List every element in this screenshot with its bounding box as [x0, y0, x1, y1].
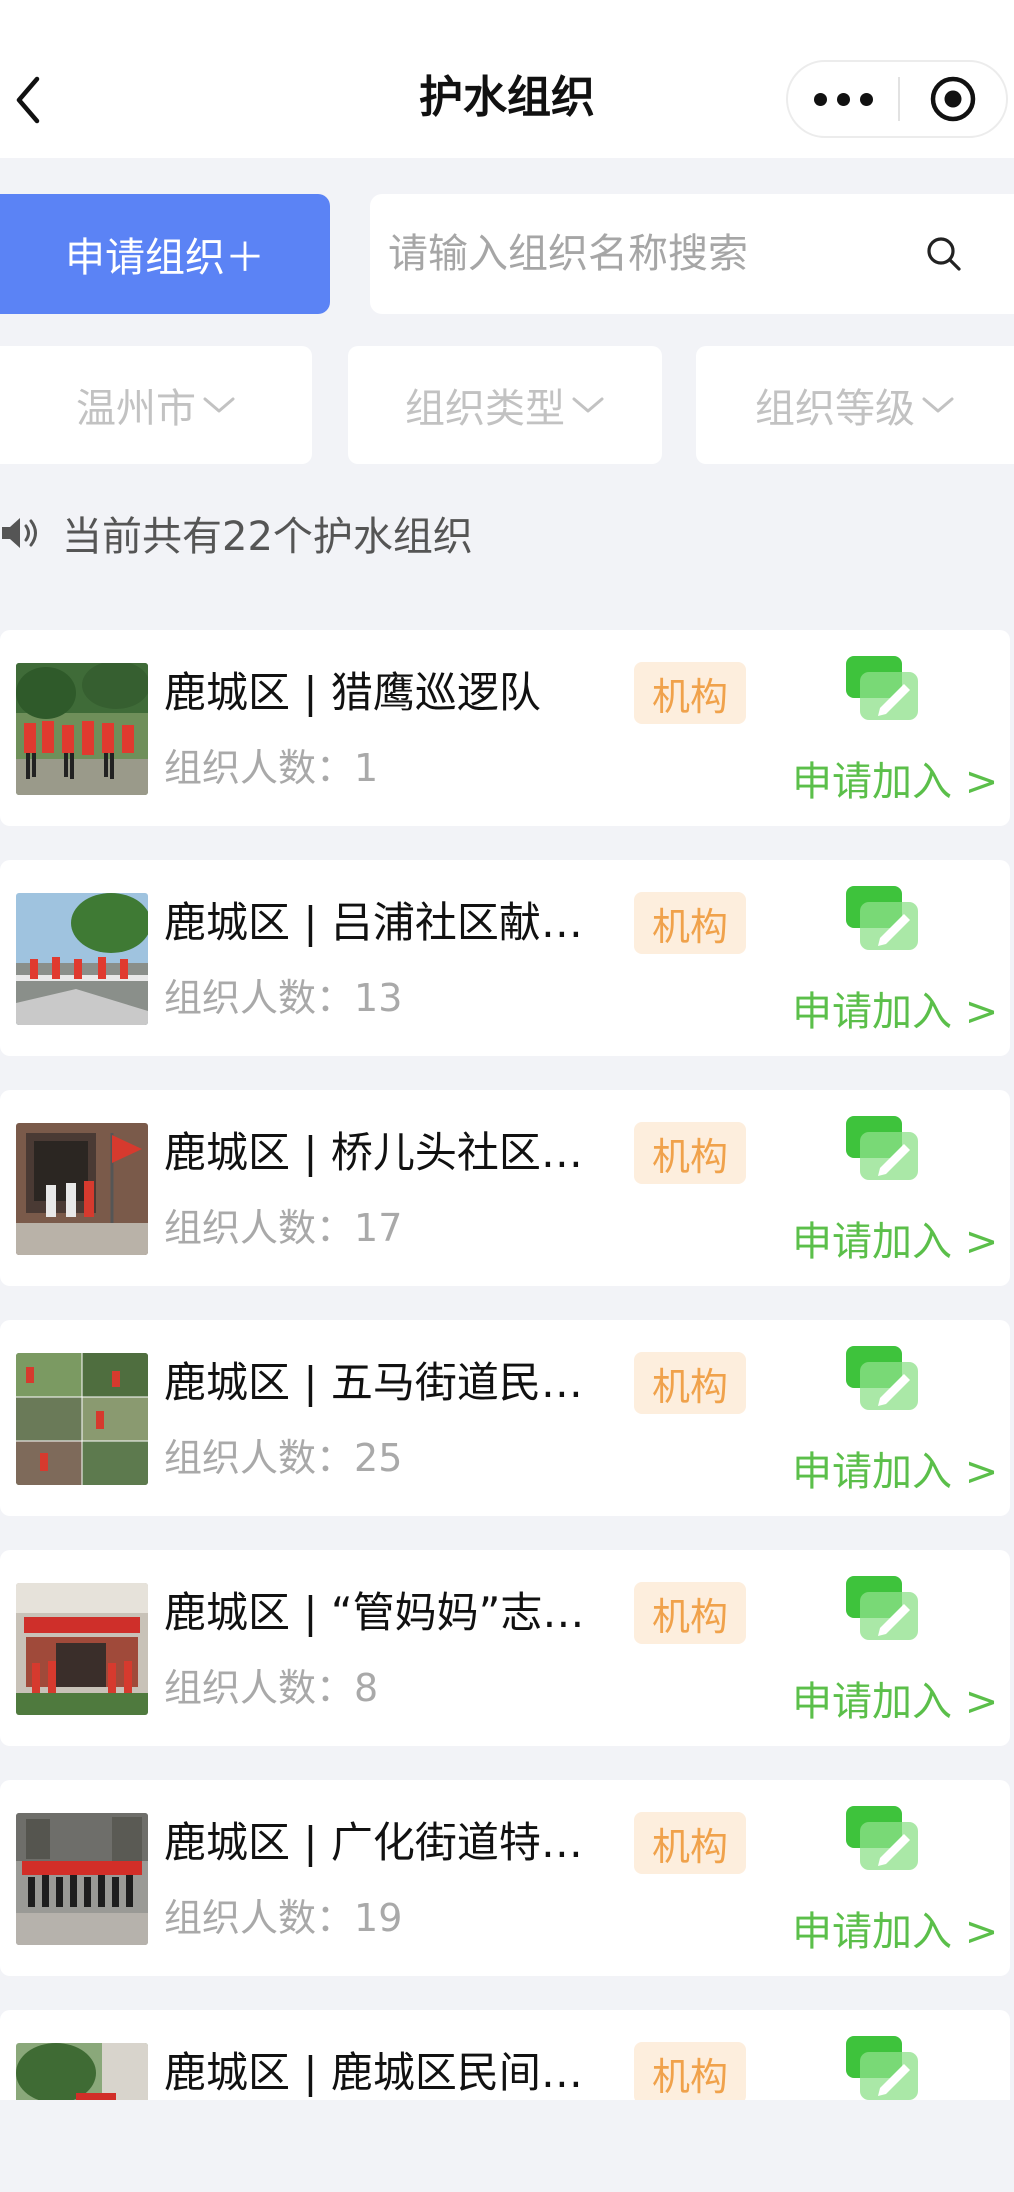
filter-city-label: 温州市	[76, 386, 196, 432]
list-item[interactable]: 鹿城区 | 猎鹰巡逻队 机构 组织人数：1 申请加入 >	[0, 630, 1010, 826]
member-count-value: 13	[354, 976, 403, 1020]
member-count-value: 25	[354, 1436, 403, 1480]
org-count-notice: 当前共有22个护水组织	[0, 500, 473, 566]
organization-list: 鹿城区 | 猎鹰巡逻队 机构 组织人数：1 申请加入 > 鹿城区 | 吕浦社区献…	[0, 630, 1014, 2100]
org-type-badge: 机构	[634, 1352, 746, 1414]
edit-icon[interactable]	[842, 1572, 926, 1652]
filter-org-type[interactable]: 组织类型	[348, 346, 662, 464]
org-type-badge: 机构	[634, 892, 746, 954]
member-count-label: 组织人数：	[164, 1666, 355, 1710]
member-count-value: 17	[354, 1206, 403, 1250]
join-button[interactable]: 申请加入 >	[792, 752, 998, 812]
org-photo	[16, 663, 148, 795]
org-name: 鹿城区 | 鹿城区民间…	[164, 2048, 583, 2097]
bottom-safe-area	[0, 2100, 1014, 2192]
list-item[interactable]: 鹿城区 | 五马街道民… 机构 组织人数：25 申请加入 >	[0, 1320, 1010, 1516]
mini-program-capsule	[786, 60, 1008, 138]
chevron-down-icon	[572, 397, 604, 413]
member-count: 组织人数：19	[164, 1890, 402, 1946]
join-button[interactable]: 申请加入 >	[792, 1212, 998, 1272]
org-type-badge: 机构	[634, 1812, 746, 1874]
speaker-icon	[2, 518, 37, 548]
org-name: 鹿城区 | 吕浦社区献…	[164, 898, 583, 947]
chevron-down-icon	[922, 397, 954, 413]
org-name: 鹿城区 | 五马街道民…	[164, 1358, 583, 1407]
header-bar: 护水组织	[0, 0, 1014, 158]
filter-city[interactable]: 温州市	[0, 346, 312, 464]
filter-org-type-label: 组织类型	[405, 386, 565, 432]
edit-icon[interactable]	[842, 652, 926, 732]
member-count-label: 组织人数：	[164, 1436, 355, 1480]
apply-organization-button[interactable]: 申请组织＋	[0, 194, 330, 314]
org-photo	[16, 893, 148, 1025]
search-icon[interactable]	[924, 234, 964, 274]
join-button[interactable]: 申请加入 >	[792, 982, 998, 1042]
more-dot	[813, 92, 827, 106]
member-count-label: 组织人数：	[164, 976, 355, 1020]
target-close-icon	[930, 76, 976, 122]
edit-icon[interactable]	[842, 1342, 926, 1422]
join-button[interactable]: 申请加入 >	[792, 1442, 998, 1502]
join-button[interactable]: 申请加入 >	[792, 1672, 998, 1732]
list-item[interactable]: 鹿城区 | 桥儿头社区… 机构 组织人数：17 申请加入 >	[0, 1090, 1010, 1286]
join-button[interactable]: 申请加入 >	[792, 1902, 998, 1962]
org-photo	[16, 1123, 148, 1255]
edit-icon[interactable]	[842, 2032, 926, 2100]
list-item[interactable]: 鹿城区 | “管妈妈”志… 机构 组织人数：8 申请加入 >	[0, 1550, 1010, 1746]
member-count: 组织人数：1	[164, 740, 378, 796]
member-count: 组织人数：17	[164, 1200, 402, 1256]
org-name: 鹿城区 | “管妈妈”志…	[164, 1588, 585, 1637]
member-count: 组织人数：8	[164, 1660, 378, 1716]
search-input[interactable]	[388, 231, 908, 277]
org-count-text: 当前共有22个护水组织	[62, 514, 473, 560]
more-dot	[859, 92, 873, 106]
edit-icon[interactable]	[842, 1112, 926, 1192]
org-name: 鹿城区 | 猎鹰巡逻队	[164, 668, 541, 717]
org-type-badge: 机构	[634, 662, 746, 724]
edit-icon[interactable]	[842, 882, 926, 962]
list-item[interactable]: 鹿城区 | 鹿城区民间… 机构	[0, 2010, 1010, 2100]
member-count-value: 8	[354, 1666, 379, 1710]
org-name: 鹿城区 | 桥儿头社区…	[164, 1128, 583, 1177]
org-name: 鹿城区 | 广化街道特…	[164, 1818, 583, 1867]
org-photo	[16, 2043, 148, 2100]
filter-org-level[interactable]: 组织等级	[696, 346, 1014, 464]
filter-org-level-label: 组织等级	[755, 386, 915, 432]
member-count: 组织人数：25	[164, 1430, 402, 1486]
more-button[interactable]	[788, 62, 898, 136]
member-count-value: 19	[354, 1896, 403, 1940]
member-count-value: 1	[354, 746, 379, 790]
member-count-label: 组织人数：	[164, 1206, 355, 1250]
chevron-down-icon	[203, 397, 235, 413]
org-photo	[16, 1813, 148, 1945]
member-count: 组织人数：13	[164, 970, 402, 1026]
close-button[interactable]	[900, 62, 1006, 136]
more-dot	[836, 92, 850, 106]
list-item[interactable]: 鹿城区 | 广化街道特… 机构 组织人数：19 申请加入 >	[0, 1780, 1010, 1976]
org-type-badge: 机构	[634, 2042, 746, 2100]
org-type-badge: 机构	[634, 1122, 746, 1184]
org-photo	[16, 1583, 148, 1715]
list-item[interactable]: 鹿城区 | 吕浦社区献… 机构 组织人数：13 申请加入 >	[0, 860, 1010, 1056]
org-photo	[16, 1353, 148, 1485]
org-type-badge: 机构	[634, 1582, 746, 1644]
member-count-label: 组织人数：	[164, 746, 355, 790]
member-count-label: 组织人数：	[164, 1896, 355, 1940]
search-box	[370, 194, 1014, 314]
edit-icon[interactable]	[842, 1802, 926, 1882]
